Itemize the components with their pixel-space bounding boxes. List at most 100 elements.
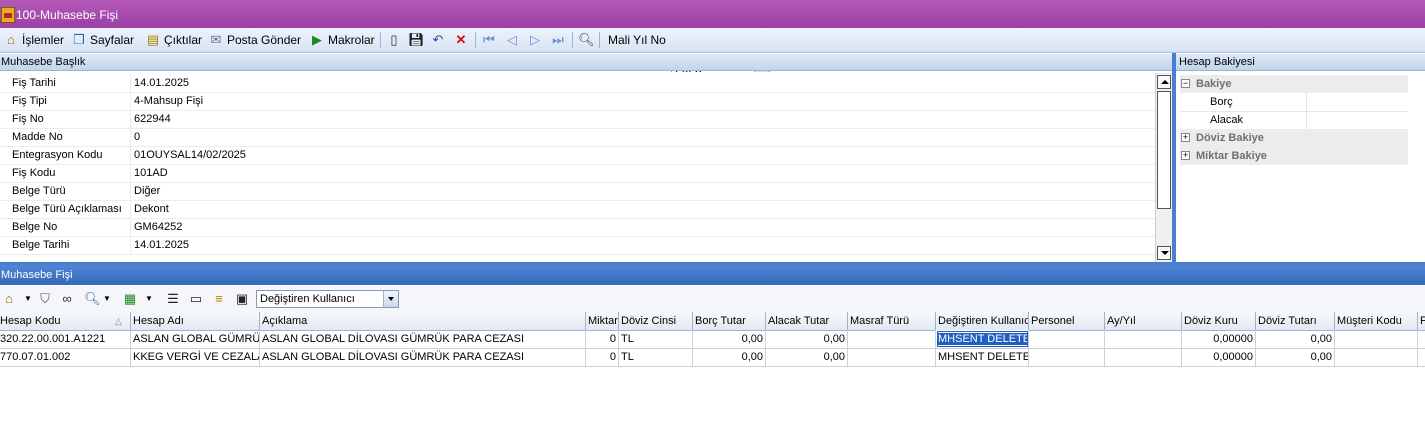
cell-ay-yil[interactable] — [1105, 330, 1182, 348]
tree-group-doviz-bakiye[interactable]: + Döviz Bakiye — [1180, 129, 1408, 147]
column-header-miktar[interactable]: Miktar — [586, 312, 619, 330]
undo-button[interactable]: ↶ — [430, 31, 449, 48]
table-row[interactable]: 770.07.01.002 KKEG VERGİ VE CEZALAR ASLA… — [0, 348, 1425, 367]
ciktilar-menu[interactable]: ▤ Çıktılar — [145, 31, 202, 48]
home-icon[interactable]: ⌂ — [1, 291, 17, 307]
muhasebe-fisi-header: Muhasebe Fişi — [0, 265, 1425, 285]
layout-bands-icon[interactable]: ≡ — [211, 291, 227, 307]
cell-hesap-kodu[interactable]: 770.07.01.002 — [0, 348, 131, 366]
excel-icon[interactable]: ▦ — [122, 291, 138, 307]
cell-doviz-kuru[interactable]: 0,00000 — [1182, 330, 1256, 348]
last-record-button[interactable]: ⏭ — [550, 31, 569, 48]
cell-doviz-tutari[interactable]: 0,00 — [1256, 348, 1335, 366]
prev-record-button[interactable]: ◁ — [504, 31, 523, 48]
cell-aciklama[interactable]: ASLAN GLOBAL DİLOVASI GÜMRÜK PARA CEZASI — [260, 330, 586, 348]
cell-doviz-tutari[interactable]: 0,00 — [1256, 330, 1335, 348]
islemler-menu[interactable]: ⌂ İşlemler — [3, 31, 64, 48]
layout-single-icon[interactable]: ☰ — [165, 291, 181, 307]
scroll-up-icon[interactable] — [1157, 75, 1171, 89]
header-vertical-scrollbar[interactable] — [1155, 73, 1172, 262]
cell-borc-tutar[interactable]: 0,00 — [693, 330, 766, 348]
property-row[interactable]: Belge Türü Açıklaması Dekont — [0, 200, 1155, 219]
chevron-down-icon[interactable] — [383, 291, 398, 307]
cell-extra[interactable] — [1418, 330, 1425, 348]
tree-group-bakiye[interactable]: − Bakiye — [1180, 75, 1408, 93]
posta-gonder-menu[interactable]: ✉ Posta Gönder — [208, 31, 302, 48]
column-header-alacak-tutar[interactable]: Alacak Tutar — [766, 312, 848, 330]
tree-item-borc[interactable]: Borç — [1180, 93, 1408, 112]
cell-miktar[interactable]: 0 — [586, 348, 619, 366]
cell-ay-yil[interactable] — [1105, 348, 1182, 366]
property-row[interactable]: Fiş Tipi 4-Mahsup Fişi — [0, 92, 1155, 111]
cell-hesap-kodu[interactable]: 320.22.00.001.A1221 — [0, 330, 131, 348]
cell-doviz-cinsi[interactable]: TL — [619, 348, 693, 366]
cell-degistiren-kullanici[interactable]: MHSENT DELETE — [936, 330, 1029, 348]
property-row[interactable]: Belge Tarihi 14.01.2025 — [0, 236, 1155, 255]
find-button[interactable]: 🔍︎ — [578, 31, 597, 48]
delete-button[interactable]: ✕ — [453, 31, 472, 48]
cell-alacak-tutar[interactable]: 0,00 — [766, 348, 848, 366]
first-record-button[interactable]: ⏮ — [481, 31, 500, 48]
column-header-aciklama[interactable]: Açıklama — [260, 312, 586, 330]
column-header-hesap-kodu[interactable]: Hesap Kodu △ — [0, 312, 131, 330]
sayfalar-menu[interactable]: ❐ Sayfalar — [71, 31, 134, 48]
property-row[interactable]: Fiş Kodu 101AD — [0, 164, 1155, 183]
cell-masraf-turu[interactable] — [848, 330, 936, 348]
column-header-ay-yil[interactable]: Ay/Yıl — [1105, 312, 1182, 330]
cell-musteri-kodu[interactable] — [1335, 348, 1418, 366]
column-header-doviz-kuru[interactable]: Döviz Kuru — [1182, 312, 1256, 330]
cell-musteri-kodu[interactable] — [1335, 330, 1418, 348]
tree-group-miktar-bakiye[interactable]: + Miktar Bakiye — [1180, 147, 1408, 165]
cell-hesap-adi[interactable]: ASLAN GLOBAL GÜMRÜK MÜŞAVİRLİĞİ — [131, 330, 260, 348]
tree-item-alacak[interactable]: Alacak — [1180, 111, 1408, 130]
column-header-doviz-cinsi[interactable]: Döviz Cinsi — [619, 312, 693, 330]
column-header-musteri-kodu[interactable]: Müşteri Kodu — [1335, 312, 1418, 330]
cell-personel[interactable] — [1029, 330, 1105, 348]
column-header-personel[interactable]: Personel — [1029, 312, 1105, 330]
save-button[interactable]: 💾︎ — [408, 31, 427, 48]
cell-miktar[interactable]: 0 — [586, 330, 619, 348]
filter-icon[interactable]: ⛉ — [37, 291, 53, 307]
toolbar-separator — [475, 32, 476, 48]
scroll-thumb[interactable] — [1157, 91, 1171, 209]
property-row[interactable]: Fiş Tarihi 14.01.2025 — [0, 74, 1155, 93]
column-header-hesap-adi[interactable]: Hesap Adı — [131, 312, 260, 330]
property-row[interactable]: Belge No GM64252 — [0, 218, 1155, 237]
expand-icon[interactable]: + — [1181, 133, 1190, 142]
property-row[interactable]: Madde No 0 — [0, 128, 1155, 147]
column-header-doviz-tutari[interactable]: Döviz Tutarı — [1256, 312, 1335, 330]
form-view-icon[interactable]: ▣ — [234, 291, 250, 307]
column-header-borc-tutar[interactable]: Borç Tutar — [693, 312, 766, 330]
cell-degistiren-kullanici[interactable]: MHSENT DELETE — [936, 348, 1029, 366]
cell-masraf-turu[interactable] — [848, 348, 936, 366]
cell-borc-tutar[interactable]: 0,00 — [693, 348, 766, 366]
collapse-icon[interactable]: − — [1181, 79, 1190, 88]
property-row[interactable]: Entegrasyon Kodu 01OUYSAL14/02/2025 — [0, 146, 1155, 165]
cell-aciklama[interactable]: ASLAN GLOBAL DİLOVASI GÜMRÜK PARA CEZASI — [260, 348, 586, 366]
layout-split-icon[interactable]: ▭ — [188, 291, 204, 307]
cell-doviz-cinsi[interactable]: TL — [619, 330, 693, 348]
chevron-down-icon[interactable]: ▼ — [145, 291, 153, 307]
expand-icon[interactable]: + — [1181, 151, 1190, 160]
cell-doviz-kuru[interactable]: 0,00000 — [1182, 348, 1256, 366]
view-select[interactable]: Değiştiren Kullanıcı — [256, 290, 399, 308]
binoculars-icon[interactable]: ∞ — [59, 291, 75, 307]
chevron-down-icon[interactable]: ▼ — [103, 291, 111, 307]
column-header-extra[interactable]: F — [1418, 312, 1425, 330]
column-header-degistiren-kullanici[interactable]: Değiştiren Kullanıcı — [936, 312, 1029, 330]
property-row[interactable]: Fiş No 622944 — [0, 110, 1155, 129]
cell-alacak-tutar[interactable]: 0,00 — [766, 330, 848, 348]
cell-personel[interactable] — [1029, 348, 1105, 366]
makrolar-menu[interactable]: ▶ Makrolar — [309, 31, 375, 48]
zoom-icon[interactable]: 🔍︎ — [84, 291, 101, 307]
muhasebe-baslik-header: Muhasebe Başlık — [0, 54, 1172, 71]
scroll-down-icon[interactable] — [1157, 246, 1171, 260]
cell-extra[interactable] — [1418, 348, 1425, 366]
property-row[interactable]: Belge Türü Diğer — [0, 182, 1155, 201]
column-header-masraf-turu[interactable]: Masraf Türü — [848, 312, 936, 330]
next-record-button[interactable]: ▷ — [527, 31, 546, 48]
table-row[interactable]: 320.22.00.001.A1221 ASLAN GLOBAL GÜMRÜK … — [0, 330, 1425, 349]
new-button[interactable]: ▯ — [386, 31, 405, 48]
chevron-down-icon[interactable]: ▼ — [24, 291, 32, 307]
cell-hesap-adi[interactable]: KKEG VERGİ VE CEZALAR — [131, 348, 260, 366]
